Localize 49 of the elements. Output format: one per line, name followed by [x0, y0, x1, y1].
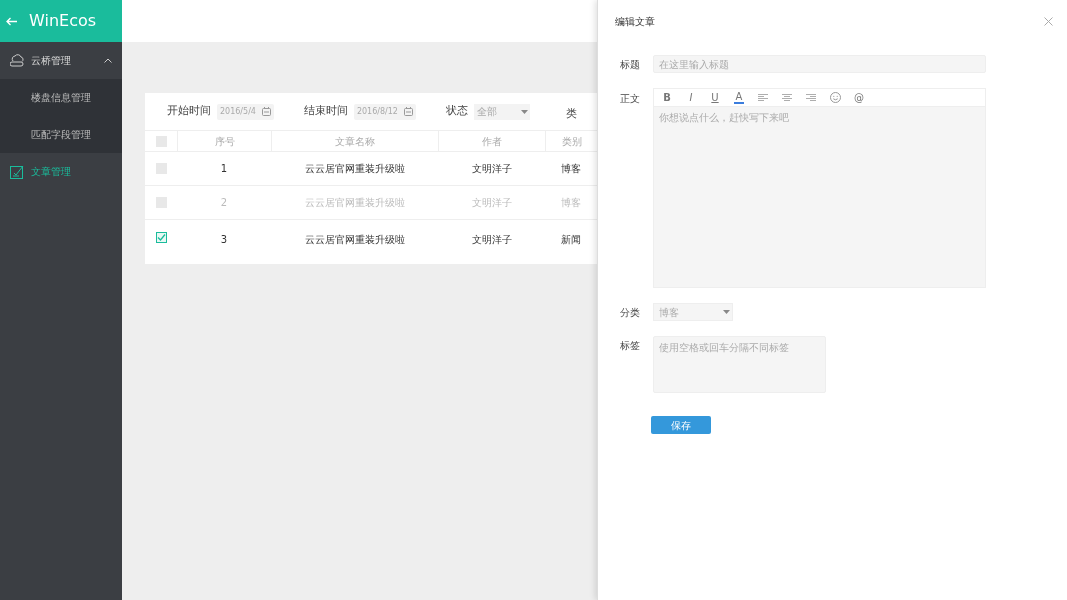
text-color-button[interactable]: A [734, 91, 744, 104]
table-cell-text: 云云居官网重装升级啦 [303, 233, 406, 247]
table-cell-text: 云云居官网重装升级啦 [303, 162, 406, 176]
save-button[interactable]: 保存 [651, 416, 711, 434]
filter-label: 类 [565, 106, 577, 120]
italic-button[interactable]: I [679, 90, 703, 105]
table-cell-text: 新闻 [560, 233, 582, 247]
align-left-icon[interactable] [758, 93, 768, 102]
title-field[interactable]: 在这里输入标题 [653, 55, 986, 73]
panel-title: 编辑文章 [615, 14, 655, 29]
table-cell-text: 文明洋子 [470, 233, 513, 247]
tags-field[interactable]: 使用空格或回车分隔不同标签 [653, 336, 826, 393]
column-header: 序号 [177, 131, 271, 151]
table-cell-text: 3 [219, 233, 229, 247]
column-header: 文章名称 [271, 131, 438, 151]
emoji-icon[interactable] [829, 92, 841, 103]
sidebar-item[interactable]: 文章管理 [0, 153, 122, 190]
mention-button[interactable]: @ [847, 90, 871, 105]
field-label: 分类 [620, 305, 640, 320]
column-header: 作者 [438, 131, 545, 151]
field-label: 标题 [620, 57, 640, 72]
table-cell-text: 文明洋子 [470, 162, 513, 176]
caret-icon [723, 310, 730, 314]
underline-button[interactable]: U [703, 90, 727, 105]
calendar-icon [403, 107, 413, 116]
bold-button[interactable]: B [655, 90, 679, 105]
back-arrow-icon[interactable] [6, 16, 17, 26]
table-cell-text: 博客 [560, 162, 582, 176]
sidebar-subitem[interactable]: 楼盘信息管理 [0, 79, 122, 116]
calendar-icon [261, 107, 271, 116]
align-right-icon[interactable] [806, 93, 816, 102]
checkbox[interactable] [155, 232, 167, 243]
cloud-icon [10, 54, 25, 67]
sidebar-item[interactable]: 云桥管理 [0, 42, 122, 79]
table-cell-text: 博客 [560, 196, 582, 210]
table-cell-text: 1 [219, 162, 229, 176]
sidebar-subitem[interactable]: 匹配字段管理 [0, 116, 122, 153]
filter-label: 状态 [445, 103, 468, 120]
table-cell-text: 文明洋子 [470, 196, 513, 210]
align-center-icon[interactable] [782, 93, 792, 102]
edit-note-icon [10, 164, 25, 179]
filter-label: 开始时间 [167, 103, 211, 120]
filter-label: 结束时间 [303, 103, 348, 120]
app-title: WinEcos [29, 10, 97, 32]
field-label: 正文 [620, 92, 640, 106]
close-icon[interactable] [1044, 16, 1053, 26]
table-cell-text: 2 [219, 196, 229, 210]
caret-icon [520, 109, 528, 114]
field-label: 标签 [620, 339, 640, 353]
